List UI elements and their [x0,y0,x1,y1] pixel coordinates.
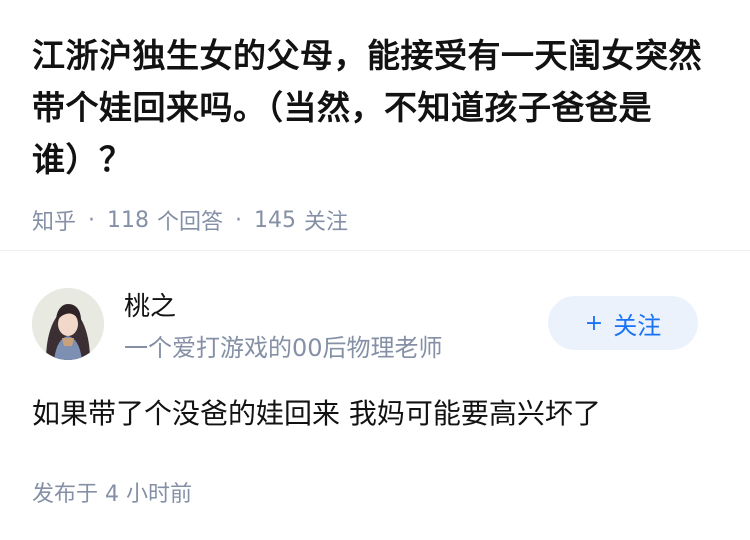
question-meta: 知乎 · 118 个回答 · 145 关注 [32,204,722,236]
follow-button-label: 关注 [613,311,662,340]
meta-separator: · [235,207,243,233]
author-card: 桃之 一个爱打游戏的00后物理老师 + 关注 [32,286,718,366]
author-name[interactable]: 桃之 [124,286,176,323]
answer-time-value: 4 小时前 [105,482,193,507]
question-title[interactable]: 江浙沪独生女的父母，能接受有一天闺女突然带个娃回来吗。（当然，不知道孩子爸爸是谁… [32,30,722,186]
author-bio: 一个爱打游戏的00后物理老师 [124,334,443,362]
plus-icon: + [584,310,604,336]
answer-content[interactable]: 如果带了个没爸的娃回来 我妈可能要高兴坏了 [32,392,722,432]
question-header: 江浙沪独生女的父母，能接受有一天闺女突然带个娃回来吗。（当然，不知道孩子爸爸是谁… [32,30,722,236]
answer-time: 发布于 4 小时前 [32,476,192,508]
source-label[interactable]: 知乎 [32,204,76,236]
follow-count: 145 [254,207,297,233]
follow-button[interactable]: + 关注 [548,296,698,350]
avatar[interactable] [32,288,104,360]
section-divider [0,250,750,251]
follow-count-unit: 关注 [304,210,349,235]
answer-count: 118 [107,207,150,233]
avatar-image-icon [32,288,104,360]
answer-count-unit: 个回答 [157,210,224,235]
meta-separator: · [88,207,96,233]
answer-time-prefix: 发布于 [32,482,99,507]
